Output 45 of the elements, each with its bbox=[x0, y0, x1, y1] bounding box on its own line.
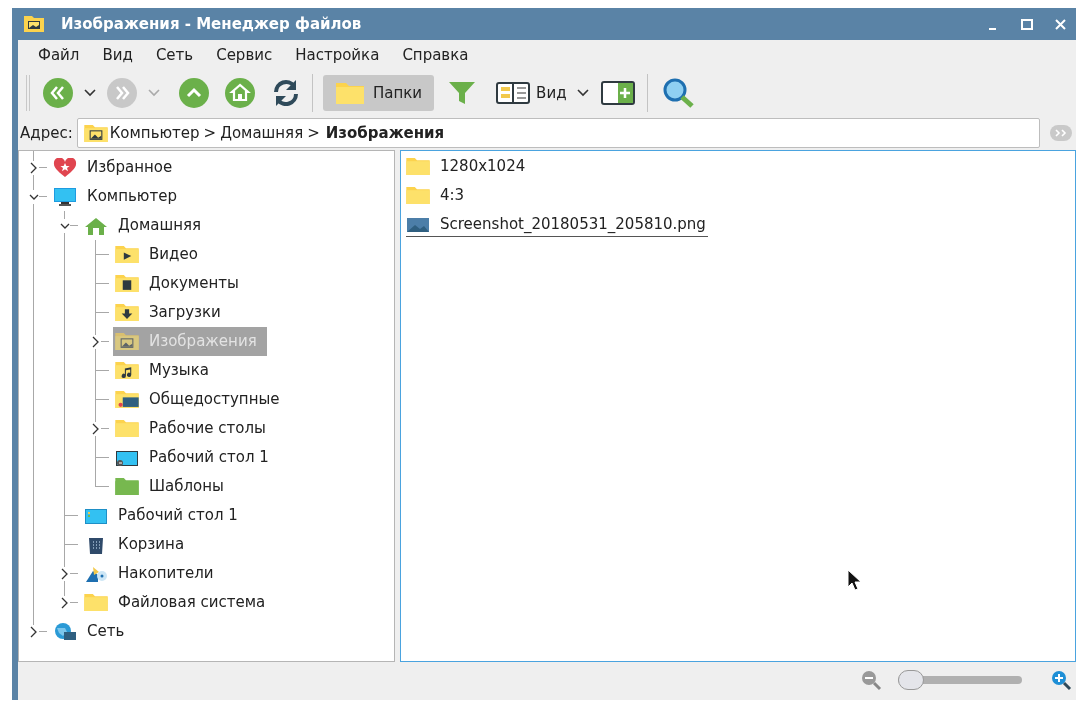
view-button[interactable]: Вид bbox=[496, 81, 567, 105]
breadcrumb-link[interactable]: Компьютер bbox=[109, 121, 200, 145]
folder-item[interactable]: 1280x1024 bbox=[406, 154, 528, 179]
network-icon bbox=[53, 621, 77, 642]
menu-item[interactable]: Настройка bbox=[285, 41, 390, 69]
mouse-pointer-icon bbox=[847, 569, 863, 591]
shared-folder-icon bbox=[115, 391, 139, 408]
heart-star-icon bbox=[53, 157, 77, 178]
menu-item[interactable]: Сеть bbox=[145, 41, 204, 69]
window-title: Изображения - Менеджер файлов bbox=[61, 13, 362, 35]
app-icon bbox=[24, 16, 44, 32]
folder-icon bbox=[406, 186, 430, 204]
menu-item[interactable]: Справка bbox=[392, 41, 479, 69]
download-folder-icon bbox=[115, 304, 139, 321]
documents-folder-icon bbox=[115, 275, 139, 292]
menu-item[interactable]: Файл bbox=[28, 41, 90, 69]
zoom-slider[interactable] bbox=[898, 670, 1022, 690]
menu-item[interactable]: Сервис bbox=[206, 41, 283, 69]
folder-item[interactable]: 4:3 bbox=[406, 183, 467, 208]
address-label: Адрес: bbox=[20, 122, 73, 144]
pictures-folder-icon bbox=[83, 124, 108, 142]
home-icon bbox=[84, 215, 108, 236]
file-item[interactable]: Screenshot_20180531_205810.png bbox=[406, 212, 708, 237]
breadcrumb-separator: > bbox=[307, 122, 320, 144]
folder-icon bbox=[406, 157, 430, 175]
slider-thumb[interactable] bbox=[898, 670, 924, 690]
breadcrumb-separator: > bbox=[203, 122, 217, 144]
zoom-out-icon[interactable] bbox=[860, 669, 884, 691]
home-button[interactable] bbox=[224, 77, 256, 109]
pictures-folder-icon bbox=[115, 333, 139, 350]
breadcrumb-link[interactable]: Изображения bbox=[325, 121, 445, 145]
folder-icon bbox=[115, 478, 139, 495]
menu-item[interactable]: Вид bbox=[92, 41, 143, 69]
folder-icon bbox=[115, 420, 139, 437]
folder-icon bbox=[335, 81, 365, 105]
folders-button[interactable]: Папки bbox=[323, 75, 435, 111]
folder-icon bbox=[84, 594, 108, 611]
monitor-icon bbox=[53, 186, 77, 207]
address-field[interactable]: Компьютер > Домашняя > Изображения bbox=[76, 118, 1040, 148]
back-button[interactable] bbox=[42, 77, 74, 109]
zoom-in-icon[interactable] bbox=[1050, 669, 1074, 691]
breadcrumb-link[interactable]: Домашняя bbox=[220, 121, 304, 145]
up-button[interactable] bbox=[178, 77, 210, 109]
music-folder-icon bbox=[115, 362, 139, 379]
video-folder-icon bbox=[115, 246, 139, 263]
